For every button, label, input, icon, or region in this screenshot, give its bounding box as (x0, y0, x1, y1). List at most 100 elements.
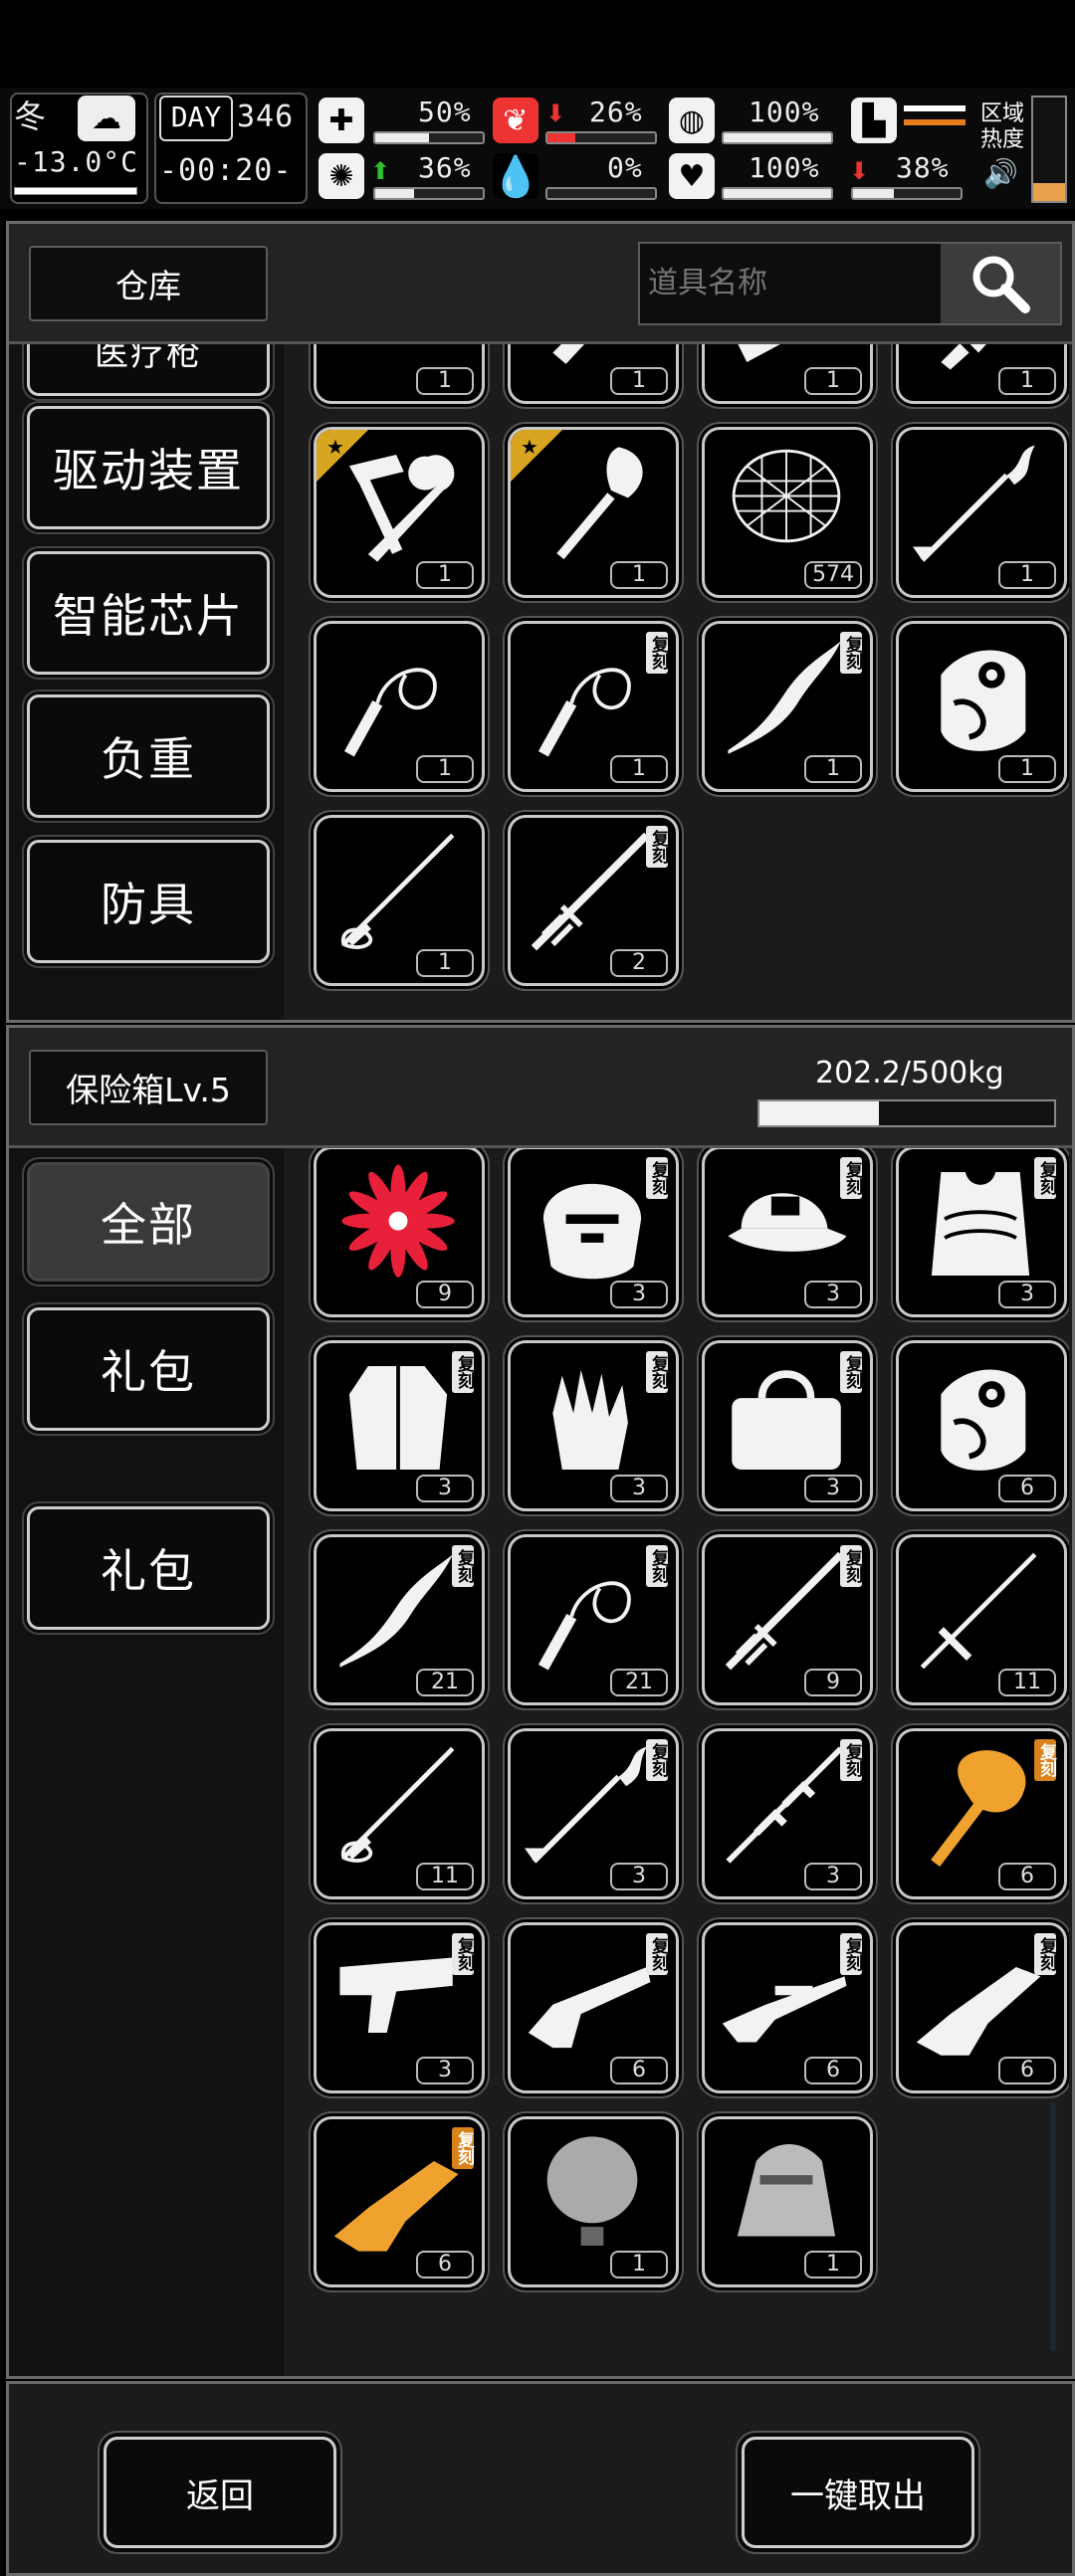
item-count: 1 (804, 2251, 862, 2279)
item-slot[interactable]: 复刻 1 (508, 621, 679, 792)
item-count: 1 (998, 561, 1056, 589)
item-count: 6 (610, 2057, 668, 2084)
reprint-tag: 复刻 (840, 1157, 862, 1199)
reprint-tag: 复刻 (840, 1545, 862, 1587)
day-label: DAY (159, 96, 233, 141)
item-count: 3 (610, 1863, 668, 1890)
item-slot[interactable]: 11 (896, 1534, 1067, 1705)
item-count: 1 (416, 561, 474, 589)
item-slot[interactable]: ★ 1 (508, 427, 679, 598)
whip-icon (538, 1581, 631, 1671)
item-slot[interactable]: 复刻 6 (702, 1922, 873, 2093)
safebox-category-list: 全部 礼包 礼包 (9, 1148, 284, 2376)
medical-bar (373, 131, 485, 144)
item-slot[interactable]: 复刻 3 (508, 1728, 679, 1899)
item-count: 3 (416, 2057, 474, 2084)
category-button[interactable]: 负重 (27, 694, 270, 818)
item-slot[interactable]: 1 (896, 427, 1067, 598)
item-count: 6 (804, 2057, 862, 2084)
item-count: 1 (998, 367, 1056, 395)
item-count: 21 (416, 1669, 474, 1696)
item-slot[interactable]: ★ 1 (314, 427, 485, 598)
category-button[interactable]: 防具 (27, 840, 270, 963)
item-slot[interactable]: 复刻 3 (702, 1148, 873, 1317)
back-button[interactable]: 返回 (104, 2437, 336, 2548)
warehouse-item-grid: 1 1 1 1 ★ 1 ★ 1 574 1 1 复刻 1 复刻 1 1 1 复刻 2 (288, 344, 1069, 1016)
reprint-tag: 复刻 (452, 1351, 474, 1393)
item-count: 11 (998, 1669, 1056, 1696)
item-count: 1 (610, 755, 668, 783)
item-slot[interactable]: 1 (702, 2116, 873, 2287)
item-slot[interactable]: 复刻 2 (508, 815, 679, 986)
item-slot[interactable]: 1 (896, 621, 1067, 792)
item-slot[interactable]: 复刻 6 (508, 1922, 679, 2093)
category-button[interactable]: 礼包 (27, 1307, 270, 1431)
reprint-tag: 复刻 (1034, 1933, 1056, 1975)
category-button[interactable]: 医疗枪 (27, 344, 270, 396)
katana-icon (340, 1746, 455, 1863)
item-count: 3 (804, 1475, 862, 1502)
item-count: 1 (610, 561, 668, 589)
gauntlet-icon (941, 650, 1026, 751)
search-box[interactable] (638, 242, 1062, 325)
item-count: 1 (804, 367, 862, 395)
water-value: 100% (749, 96, 820, 128)
category-button[interactable]: 智能芯片 (27, 551, 270, 675)
search-input[interactable] (646, 252, 939, 313)
ornate-sword-icon (725, 1551, 844, 1671)
item-slot[interactable]: 1 (314, 621, 485, 792)
item-slot[interactable]: 复刻 3 (702, 1340, 873, 1511)
capacity-text: 202.2/500kg (815, 1056, 1004, 1090)
item-slot[interactable]: 1 (314, 344, 485, 404)
item-slot[interactable]: 1 (314, 815, 485, 986)
item-slot[interactable]: 复刻 3 (508, 1148, 679, 1317)
mood-value: 36% (418, 151, 472, 184)
scrollbar[interactable] (1050, 2102, 1056, 2351)
item-count: 1 (416, 949, 474, 977)
item-slot[interactable]: 复刻 3 (314, 1922, 485, 2093)
take-all-button[interactable]: 一键取出 (742, 2437, 974, 2548)
category-button[interactable]: 礼包 (27, 1506, 270, 1630)
item-slot[interactable]: 复刻 6 (896, 1728, 1067, 1899)
item-slot[interactable]: 复刻 1 (702, 621, 873, 792)
blood-drop-icon: 💧 (491, 153, 540, 200)
item-slot[interactable]: 复刻 3 (508, 1340, 679, 1511)
stamina-line-2 (904, 119, 966, 125)
item-slot[interactable]: 1 (896, 344, 1067, 404)
item-slot[interactable]: 9 (314, 1148, 485, 1317)
category-button[interactable]: 全部 (27, 1162, 270, 1282)
svg-text:★: ★ (521, 435, 538, 459)
item-slot[interactable]: 复刻 3 (702, 1728, 873, 1899)
item-slot[interactable]: 复刻 3 (314, 1340, 485, 1511)
item-slot[interactable]: 6 (896, 1340, 1067, 1511)
item-slot[interactable]: 1 (508, 344, 679, 404)
speaker-icon[interactable]: 🔊 (983, 157, 1018, 190)
item-slot[interactable]: 复刻 21 (314, 1534, 485, 1705)
item-slot[interactable]: 11 (314, 1728, 485, 1899)
item-count: 6 (416, 2251, 474, 2279)
reprint-tag: 复刻 (646, 1351, 668, 1393)
warehouse-title: 仓库 (29, 246, 268, 321)
cloud-icon: ☁ (78, 96, 135, 141)
whip-icon (538, 668, 631, 757)
glove-icon (552, 1369, 628, 1470)
region-heat-label: 区域 热度 (980, 101, 1024, 153)
item-slot[interactable]: 1 (702, 344, 873, 404)
search-button[interactable] (941, 244, 1060, 323)
item-count: 3 (416, 1475, 474, 1502)
item-slot[interactable]: 复刻 9 (702, 1534, 873, 1705)
star-ribbon-icon: ★ (511, 430, 562, 482)
item-slot[interactable]: 复刻 6 (896, 1922, 1067, 2093)
item-slot[interactable]: 复刻 3 (896, 1148, 1067, 1317)
category-button[interactable]: 驱动装置 (27, 406, 270, 529)
red-flower-icon (341, 1164, 455, 1278)
day-value: 346 (237, 99, 295, 134)
item-slot[interactable]: 574 (702, 427, 873, 598)
boot-icon: ▙ (851, 98, 897, 143)
item-slot[interactable]: 1 (508, 2116, 679, 2287)
item-slot[interactable]: 复刻 6 (314, 2116, 485, 2287)
cap-icon (728, 1193, 847, 1252)
time-label: -00:20- (159, 153, 293, 188)
item-slot[interactable]: 复刻 21 (508, 1534, 679, 1705)
stamina-value: 38% (896, 151, 950, 184)
